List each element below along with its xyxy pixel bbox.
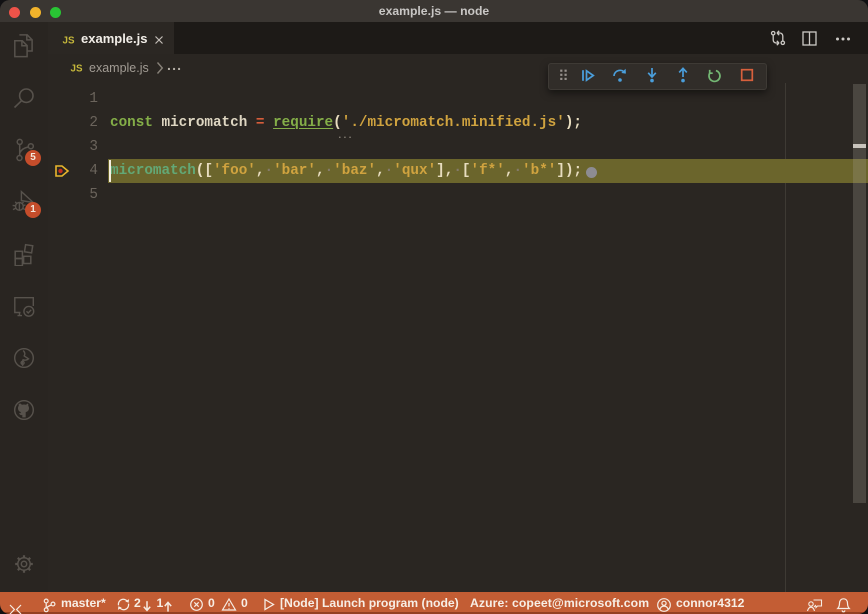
svg-text:JS: JS [71, 64, 83, 75]
